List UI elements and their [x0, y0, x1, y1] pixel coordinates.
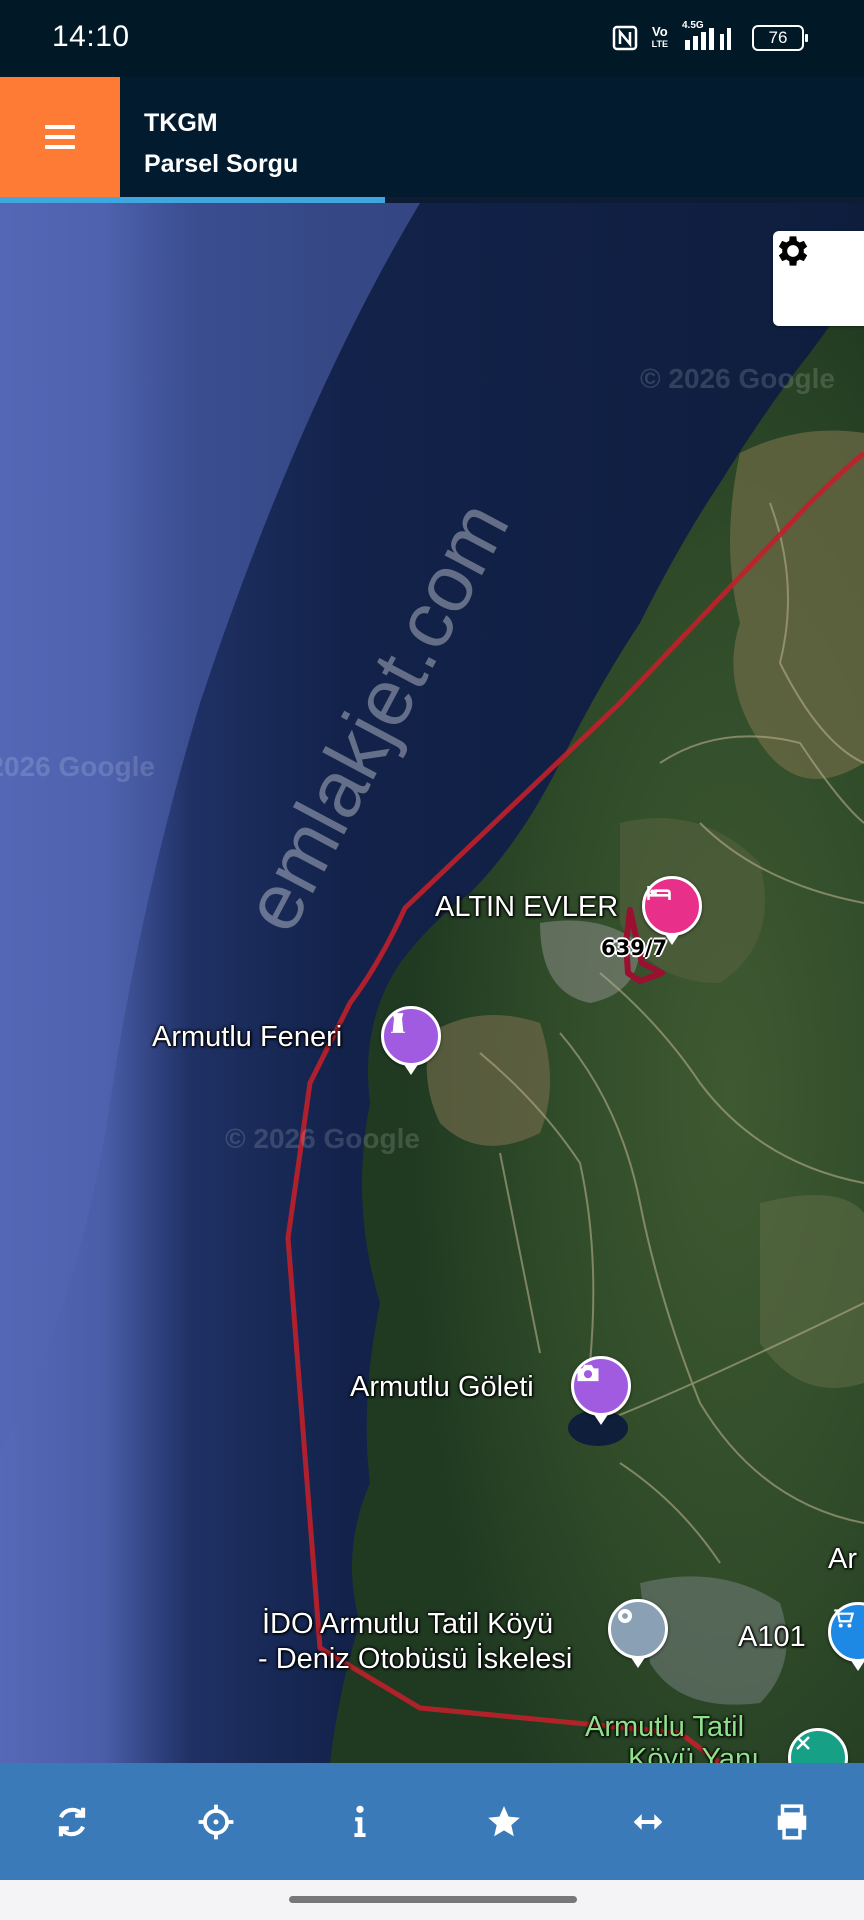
place-label-armutlu-feneri: Armutlu Feneri — [152, 1021, 343, 1053]
bottom-toolbar — [0, 1763, 864, 1880]
locate-button[interactable] — [171, 1777, 261, 1867]
place-label-ido-iskelesi-line1: İDO Armutlu Tatil Köyü — [262, 1608, 554, 1640]
hamburger-icon — [45, 125, 75, 149]
refresh-button[interactable] — [27, 1777, 117, 1867]
lighthouse-icon — [391, 1013, 405, 1033]
nfc-icon — [612, 25, 637, 51]
volte-top: Vo — [652, 24, 668, 39]
place-label-altin-evler: ALTIN EVLER — [435, 891, 619, 923]
parcel-label[interactable]: 639/7 — [601, 936, 667, 960]
camera-marker[interactable] — [571, 1356, 631, 1425]
volte-bottom: LTE — [651, 39, 668, 49]
star-icon — [488, 1805, 520, 1836]
info-icon — [354, 1805, 366, 1837]
refresh-icon — [58, 1807, 86, 1836]
signal-icon: 4.5G — [682, 20, 738, 52]
status-icons: Vo LTE 4.5G 76 — [612, 20, 808, 52]
status-bar: 14:10 Vo LTE 4.5G 76 — [0, 0, 864, 77]
battery-level: 76 — [768, 28, 788, 47]
camera-icon — [577, 1364, 599, 1382]
tool-icon — [796, 1736, 810, 1750]
app-title: TKGM — [144, 109, 218, 137]
print-button[interactable] — [747, 1777, 837, 1867]
app-subtitle: Parsel Sorgu — [144, 150, 299, 178]
place-label-ar: Ar — [828, 1543, 857, 1575]
gear-icon — [778, 236, 808, 266]
hotel-icon — [647, 886, 671, 900]
network-type: 4.5G — [682, 20, 704, 31]
place-label-armutlu-goleti: Armutlu Göleti — [350, 1371, 534, 1403]
pin-marker[interactable] — [608, 1599, 668, 1668]
map-copyright: © 2026 Google — [640, 363, 835, 394]
cart-icon — [834, 1609, 855, 1628]
satellite-imagery — [0, 203, 864, 1763]
place-label-a101: A101 — [738, 1621, 806, 1653]
info-button[interactable] — [315, 1777, 405, 1867]
menu-button[interactable] — [0, 77, 120, 197]
pin-icon — [618, 1609, 632, 1623]
measure-button[interactable] — [603, 1777, 693, 1867]
volte-icon: Vo LTE — [651, 24, 668, 50]
swap-horizontal-icon — [633, 1813, 663, 1830]
map-copyright: © 2026 Google — [225, 1123, 420, 1154]
print-icon — [777, 1803, 807, 1840]
system-nav-bar — [0, 1880, 864, 1920]
map-view[interactable]: © 2026 Google © 2026 Google © 2026 Googl… — [0, 203, 864, 1763]
map-copyright: © 2026 Google — [0, 751, 155, 782]
status-time: 14:10 — [52, 20, 130, 53]
place-label-tatil-koyu-line1: Armutlu Tatil — [585, 1711, 745, 1743]
app-bar: TKGM Parsel Sorgu — [0, 77, 864, 197]
home-gesture-handle[interactable] — [289, 1896, 577, 1903]
battery-icon: 76 — [752, 25, 808, 51]
hotel-marker[interactable] — [642, 876, 702, 945]
place-label-tatil-koyu-line2: Köyü Yanı — [628, 1743, 760, 1763]
lighthouse-marker[interactable] — [381, 1006, 441, 1075]
place-label-ido-iskelesi-line2: - Deniz Otobüsü İskelesi — [258, 1643, 573, 1675]
favorite-button[interactable] — [459, 1777, 549, 1867]
settings-button[interactable] — [773, 231, 864, 326]
crosshair-icon — [198, 1804, 234, 1839]
